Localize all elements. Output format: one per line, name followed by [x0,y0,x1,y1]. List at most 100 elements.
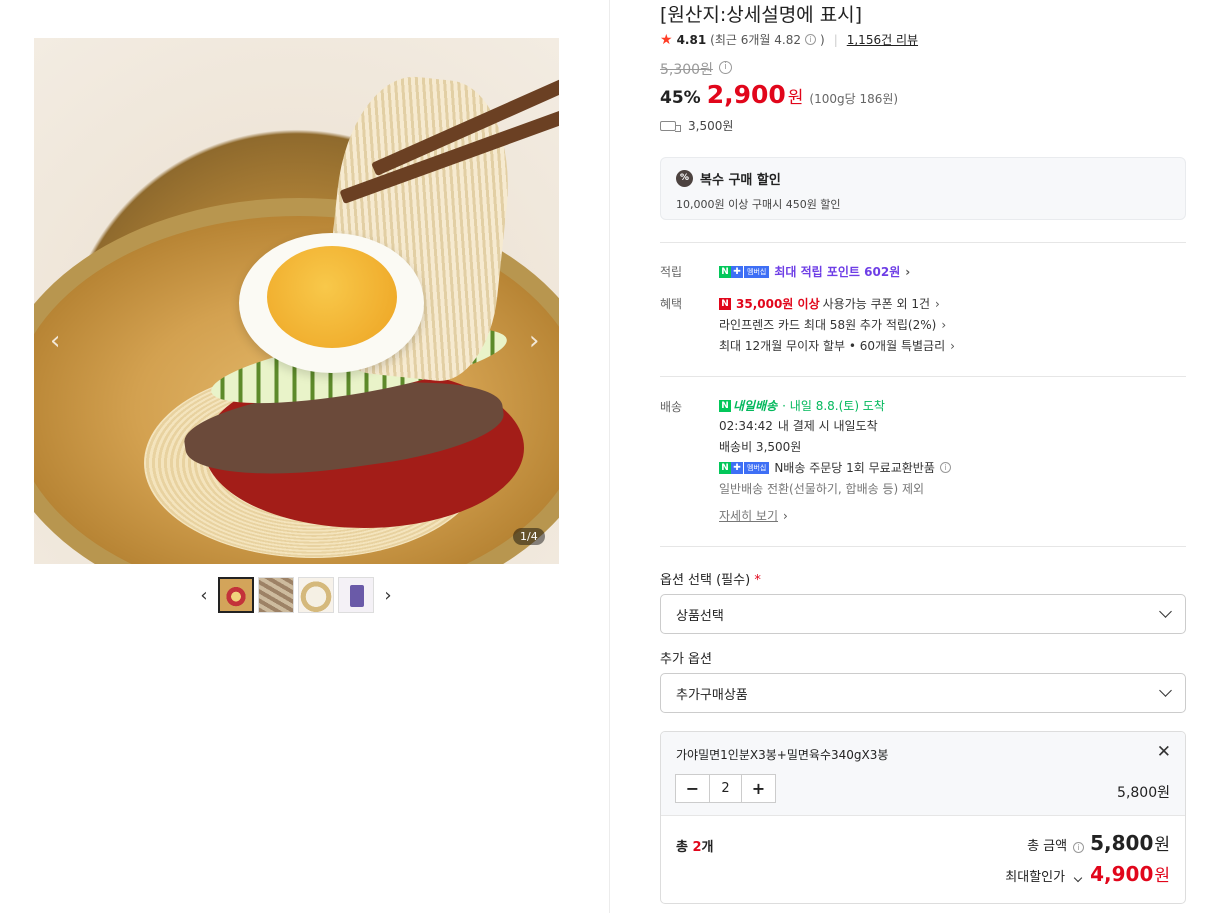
recent-rating: (최근 6개월 4.82 [710,33,801,47]
currency-label: 원 [787,88,804,108]
delivery-label: 배송 [660,400,683,414]
chevron-right-icon: › [783,508,788,523]
points-text: 최대 적립 포인트 602원 [774,265,901,279]
price-info-icon[interactable]: i [719,61,732,74]
close-icon[interactable]: ✕ [1157,742,1171,762]
delivery-exclusion: 일반배송 전환(선물하기, 합배송 등) 제외 [719,482,925,496]
chevron-right-icon: › [941,317,947,332]
thumbnail-1[interactable] [218,577,254,613]
shipping-fee: 3,500원 [688,119,734,133]
percent-icon: % [676,170,693,187]
tomorrow-delivery-badge: N 내일배송 [719,397,777,414]
bulk-discount-title: 복수 구매 할인 [700,173,781,188]
selected-item: 가야밀면1인분X3봉+밀면육수340gX3봉 ✕ − 2 + 5,800원 [661,732,1185,816]
bulk-discount-description: 10,000원 이상 구매시 450원 할인 [676,198,841,211]
increase-button[interactable]: + [742,775,775,802]
coupon-amount: 35,000원 이상 [736,297,820,311]
bulk-discount-title-row: % 복수 구매 할인 [676,169,1170,188]
total-count: 총 2개 [676,840,714,855]
info-icon[interactable]: i [1073,842,1085,853]
decrease-button[interactable]: − [676,775,709,802]
required-option-value: 상품선택 [676,608,724,624]
detail-link-text: 자세히 보기 [719,509,779,523]
unit-price: (100g당 186원) [809,92,899,106]
rating-score: 4.81 [676,32,707,47]
npay-membership-icon: N ✚ 멤버십 [719,265,770,278]
npay-membership-icon: N ✚ 멤버십 [719,461,770,474]
max-discount-amount: 4,900 [1090,862,1154,886]
countdown-timer: 02:34:42 [719,418,773,433]
total-amount: 5,800 [1090,831,1154,855]
arrival-date: · 내일 8.8.(토) 도착 [782,399,885,413]
max-discount-row[interactable]: 최대할인가 4,900 원 [1005,861,1170,886]
chevron-right-icon: › [950,338,955,353]
delivery-detail-link[interactable]: 자세히 보기 › [719,507,788,524]
price-row: 45% 2,900 원 (100g당 186원) [660,80,898,109]
countdown-text: 내 결제 시 내일도착 [777,419,878,433]
thumbnail-3[interactable] [298,577,334,613]
required-mark: * [754,573,761,588]
recent-rating-end: ) [820,32,825,47]
chevron-down-icon [1159,605,1172,618]
countdown-line: 02:34:42 내 결제 시 내일도착 [719,417,878,434]
shipping-fee-row: 3,500원 [660,117,733,134]
points-label: 적립 [660,265,683,279]
prev-image-icon[interactable]: ‹ [50,326,60,356]
total-amount-row: 총 금액 i 5,800 원 [1027,830,1170,855]
installment-text: 최대 12개월 무이자 할부 • 60개월 특별금리 [719,339,946,353]
column-divider [609,0,610,913]
info-icon[interactable]: i [939,462,951,473]
thumb-next-icon[interactable]: › [378,585,398,606]
return-text: N배송 주문당 1회 무료교환반품 [774,461,935,475]
section-divider [660,376,1186,377]
required-option-label: 옵션 선택 (필수) * [660,569,761,588]
thumbnail-4[interactable] [338,577,374,613]
delivery-fee: 배송비 3,500원 [719,440,802,454]
product-main-image[interactable]: ‹ › 1/4 [34,38,559,564]
max-discount-label: 최대할인가 [1005,870,1066,885]
truck-icon [660,120,681,132]
return-line: N ✚ 멤버십 N배송 주문당 1회 무료교환반품 i [719,459,951,476]
image-counter: 1/4 [513,528,545,545]
chevron-down-icon [1073,873,1083,883]
benefit-label: 혜택 [660,297,683,311]
info-icon[interactable]: i [805,34,816,45]
card-text: 라인프렌즈 카드 최대 58원 추가 적립(2%) [719,318,937,332]
extra-option-value: 추가구매상품 [676,687,748,703]
next-image-icon[interactable]: › [529,326,539,356]
bulk-discount-box: % 복수 구매 할인 10,000원 이상 구매시 450원 할인 [660,157,1186,220]
totals-section: 총 2개 총 금액 i 5,800 원 최대할인가 4,900 원 [661,816,1185,903]
required-option-text: 옵션 선택 (필수) [660,573,751,588]
currency-label: 원 [1154,835,1170,855]
thumbnail-2[interactable] [258,577,294,613]
card-line[interactable]: 라인프렌즈 카드 최대 58원 추가 적립(2%) › [719,316,946,333]
sale-price: 2,900 [706,80,786,109]
points-line[interactable]: N ✚ 멤버십 최대 적립 포인트 602원 › [719,263,910,280]
coupon-n-icon: N [719,297,731,310]
chevron-right-icon: › [905,264,911,279]
coupon-text: 사용가능 쿠폰 외 1건 [822,297,931,311]
star-icon: ★ [660,31,673,48]
quantity-stepper: − 2 + [675,774,776,803]
coupon-line[interactable]: N 35,000원 이상 사용가능 쿠폰 외 1건 › [719,295,940,312]
section-divider [660,546,1186,547]
extra-option-select[interactable]: 추가구매상품 [660,673,1186,713]
section-divider [660,242,1186,243]
original-price: 5,300원 [660,62,713,78]
product-origin: [원산지:상세설명에 표시] [660,4,863,26]
thumbnail-strip: ‹ › [194,577,398,613]
egg-yolk-graphic [267,246,397,348]
delivery-badge-line: N 내일배송 · 내일 8.8.(토) 도착 [719,397,885,414]
thumb-prev-icon[interactable]: ‹ [194,585,214,606]
extra-option-label: 추가 옵션 [660,652,712,667]
quantity-value[interactable]: 2 [709,775,742,802]
required-option-select[interactable]: 상품선택 [660,594,1186,634]
naver-n-icon: N [719,399,731,412]
selected-item-name: 가야밀면1인분X3봉+밀면육수340gX3봉 [676,748,889,762]
chevron-down-icon [1159,684,1172,697]
selected-items-box: 가야밀면1인분X3봉+밀면육수340gX3봉 ✕ − 2 + 5,800원 총 … [660,731,1186,904]
installment-line[interactable]: 최대 12개월 무이자 할부 • 60개월 특별금리 › [719,337,955,354]
review-count-link[interactable]: 1,156건 리뷰 [847,31,918,48]
selected-item-price: 5,800원 [1117,785,1170,801]
chevron-right-icon: › [935,296,940,311]
